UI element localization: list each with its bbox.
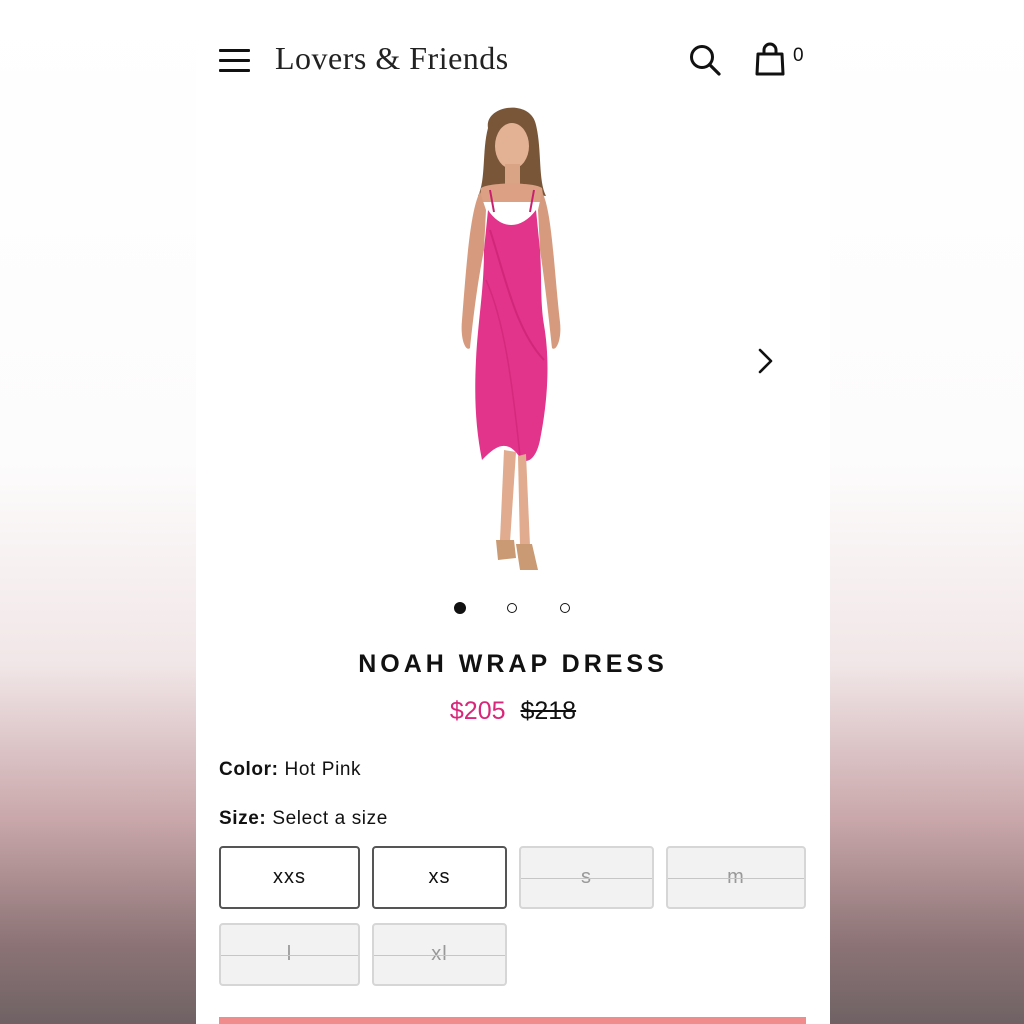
size-option-m[interactable]: m [666,846,806,909]
product-page: Lovers & Friends 0 NOAH WRAP DRESS $205 … [196,0,830,1024]
brand-logo[interactable]: Lovers & Friends [275,40,509,77]
size-row: Size: Select a size [219,808,388,830]
color-row: Color: Hot Pink [219,759,361,781]
cart-count: 0 [793,45,804,66]
product-image[interactable] [426,100,596,580]
color-label: Color: [219,759,279,780]
carousel-dot-1[interactable] [454,602,466,614]
size-option-xs[interactable]: xs [372,846,507,909]
size-option-s[interactable]: s [519,846,654,909]
chevron-right-icon[interactable] [756,346,776,376]
carousel-dot-3[interactable] [560,603,570,613]
carousel-dots [196,602,830,617]
background-left [0,0,196,1024]
size-option-xxs[interactable]: xxs [219,846,360,909]
add-to-bag-button[interactable] [219,1017,806,1024]
shopping-bag-icon[interactable] [754,42,786,76]
sale-price: $205 [449,697,506,725]
price: $205 $218 [196,697,830,726]
original-price: $218 [520,697,577,725]
background-right [828,0,1024,1024]
size-value: Select a size [272,808,388,829]
product-title: NOAH WRAP DRESS [358,650,668,678]
size-label: Size: [219,808,267,829]
hamburger-menu-icon[interactable] [219,48,250,74]
color-value: Hot Pink [284,759,362,780]
search-icon[interactable] [688,43,722,77]
size-option-l[interactable]: l [219,923,360,986]
size-option-xl[interactable]: xl [372,923,507,986]
carousel-dot-2[interactable] [507,603,517,613]
